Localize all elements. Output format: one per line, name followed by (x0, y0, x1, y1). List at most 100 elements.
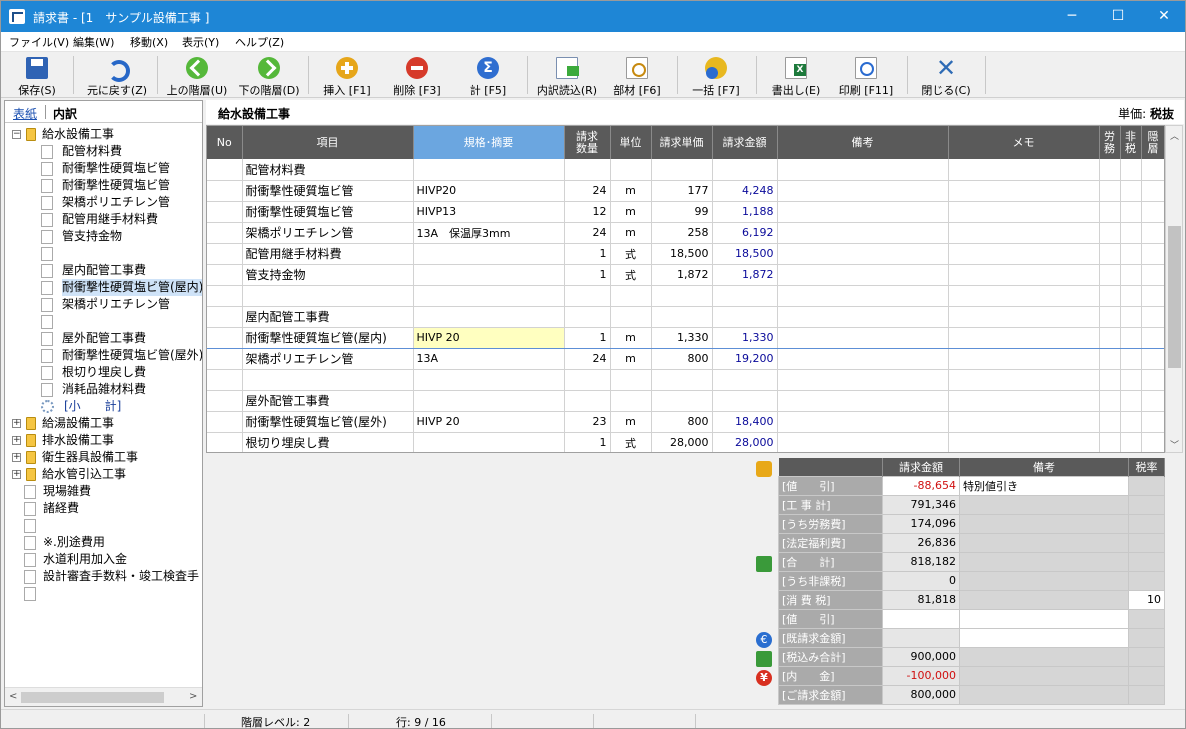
down-level-button[interactable]: 下の階層(D) (233, 55, 305, 97)
cell-memo[interactable] (948, 326, 1100, 349)
scroll-right-icon[interactable]: > (189, 691, 197, 702)
cell-memo[interactable] (948, 180, 1100, 202)
cell-flag[interactable] (1141, 390, 1164, 412)
tree-node[interactable] (5, 517, 202, 534)
cell-flag[interactable] (1141, 369, 1164, 391)
cell-unit[interactable] (610, 306, 652, 328)
cell-flag[interactable] (1099, 306, 1121, 328)
cell-flag[interactable] (1120, 390, 1142, 412)
delete-button[interactable]: 削除 [F3] (385, 55, 449, 97)
tree-node[interactable]: 屋内配管工事費 (5, 262, 202, 279)
cell-amount[interactable]: 28,000 (712, 432, 778, 452)
grid-header-0[interactable]: No (207, 126, 243, 159)
tree-node[interactable]: 諸経費 (5, 500, 202, 517)
cell-flag[interactable] (1141, 180, 1164, 202)
cell-amount[interactable]: 19,200 (712, 348, 778, 370)
cell-amount[interactable]: 18,400 (712, 411, 778, 433)
scroll-up-icon[interactable]: ︿ (1170, 129, 1179, 142)
tree-node[interactable]: 管支持金物 (5, 228, 202, 245)
cell-item[interactable] (242, 285, 414, 307)
cell-item[interactable]: 架橋ポリエチレン管 (242, 348, 414, 370)
tree-node[interactable]: 消耗品雑材料費 (5, 381, 202, 398)
cell-no[interactable] (207, 348, 243, 370)
cell-flag[interactable] (1099, 326, 1121, 349)
cell-no[interactable] (207, 326, 243, 349)
menu-move[interactable]: 移動(X) (130, 34, 168, 50)
cell-no[interactable] (207, 369, 243, 391)
cell-qty[interactable] (564, 369, 611, 391)
calculator-icon[interactable] (756, 651, 772, 667)
tab-detail[interactable]: 内訳 (53, 105, 77, 122)
table-row[interactable]: 架橋ポリエチレン管 13A 24 m 800 19,200 (207, 348, 1164, 370)
cell-unit[interactable] (610, 285, 652, 307)
cell-qty[interactable]: 1 (564, 432, 611, 452)
tree-node[interactable]: 配管用継手材料費 (5, 211, 202, 228)
euro-icon[interactable]: € (756, 632, 772, 648)
cell-price[interactable] (651, 390, 713, 412)
cell-memo[interactable] (948, 432, 1100, 452)
cell-flag[interactable] (1120, 159, 1142, 181)
scroll-left-icon[interactable]: < (9, 691, 17, 702)
tree-node[interactable]: [小 計] (5, 398, 202, 415)
cell-qty[interactable]: 24 (564, 348, 611, 370)
table-row[interactable]: 架橋ポリエチレン管 13A 保温厚3mm 24 m 258 6,192 (207, 222, 1164, 244)
cell-spec[interactable]: HIVP13 (413, 201, 565, 223)
table-row[interactable]: 配管材料費 (207, 159, 1164, 181)
cell-note[interactable] (777, 243, 949, 265)
cell-item[interactable]: 屋内配管工事費 (242, 306, 414, 328)
cell-price[interactable] (651, 159, 713, 181)
cell-note[interactable] (777, 264, 949, 286)
cell-flag[interactable] (1099, 201, 1121, 223)
table-row[interactable]: 根切り埋戻し費 1 式 28,000 28,000 (207, 432, 1164, 452)
menu-file[interactable]: ファイル(V) (9, 34, 69, 50)
tab-cover[interactable]: 表紙 (13, 105, 37, 122)
cell-unit[interactable]: m (610, 180, 652, 202)
cell-flag[interactable] (1141, 411, 1164, 433)
cell-price[interactable]: 258 (651, 222, 713, 244)
cell-qty[interactable]: 24 (564, 222, 611, 244)
tree-node[interactable]: 水道利用加入金 (5, 551, 202, 568)
cell-note[interactable] (777, 432, 949, 452)
cell-no[interactable] (207, 201, 243, 223)
cell-spec[interactable] (413, 159, 565, 181)
import-button[interactable]: 内訳読込(R) (531, 55, 603, 97)
cell-item[interactable]: 管支持金物 (242, 264, 414, 286)
cell-memo[interactable] (948, 285, 1100, 307)
tree-node[interactable] (5, 585, 202, 602)
cell-no[interactable] (207, 243, 243, 265)
cell-price[interactable] (651, 369, 713, 391)
scroll-down-icon[interactable]: ﹀ (1170, 438, 1179, 451)
cell-unit[interactable]: 式 (610, 243, 652, 265)
grid-header-5[interactable]: 請求単価 (651, 126, 713, 159)
cell-no[interactable] (207, 306, 243, 328)
cell-amount[interactable] (712, 369, 778, 391)
cell-unit[interactable]: 式 (610, 432, 652, 452)
cell-flag[interactable] (1099, 222, 1121, 244)
cell-flag[interactable] (1120, 326, 1142, 349)
cell-qty[interactable]: 1 (564, 264, 611, 286)
minimize-button[interactable]: ─ (1049, 1, 1095, 32)
tree-node[interactable]: + 排水設備工事 (5, 432, 202, 449)
cell-note[interactable] (777, 411, 949, 433)
cell-flag[interactable] (1120, 411, 1142, 433)
yen-icon[interactable]: ¥ (756, 670, 772, 686)
cell-flag[interactable] (1141, 201, 1164, 223)
tree-node[interactable]: 根切り埋戻し費 (5, 364, 202, 381)
cell-item[interactable]: 配管材料費 (242, 159, 414, 181)
cell-flag[interactable] (1099, 159, 1121, 181)
cell-price[interactable]: 177 (651, 180, 713, 202)
cell-item[interactable]: 屋外配管工事費 (242, 390, 414, 412)
cell-flag[interactable] (1120, 306, 1142, 328)
summary-tax[interactable]: 10 (1128, 589, 1165, 610)
cell-item[interactable]: 耐衝撃性硬質塩ビ管 (242, 201, 414, 223)
cell-memo[interactable] (948, 222, 1100, 244)
cell-qty[interactable] (564, 159, 611, 181)
cell-item[interactable]: 架橋ポリエチレン管 (242, 222, 414, 244)
cell-memo[interactable] (948, 411, 1100, 433)
cell-qty[interactable]: 1 (564, 326, 611, 349)
cell-flag[interactable] (1141, 264, 1164, 286)
hand-pointer-icon[interactable] (756, 461, 772, 477)
cell-note[interactable] (777, 348, 949, 370)
cell-amount[interactable] (712, 159, 778, 181)
cell-item[interactable]: 根切り埋戻し費 (242, 432, 414, 452)
